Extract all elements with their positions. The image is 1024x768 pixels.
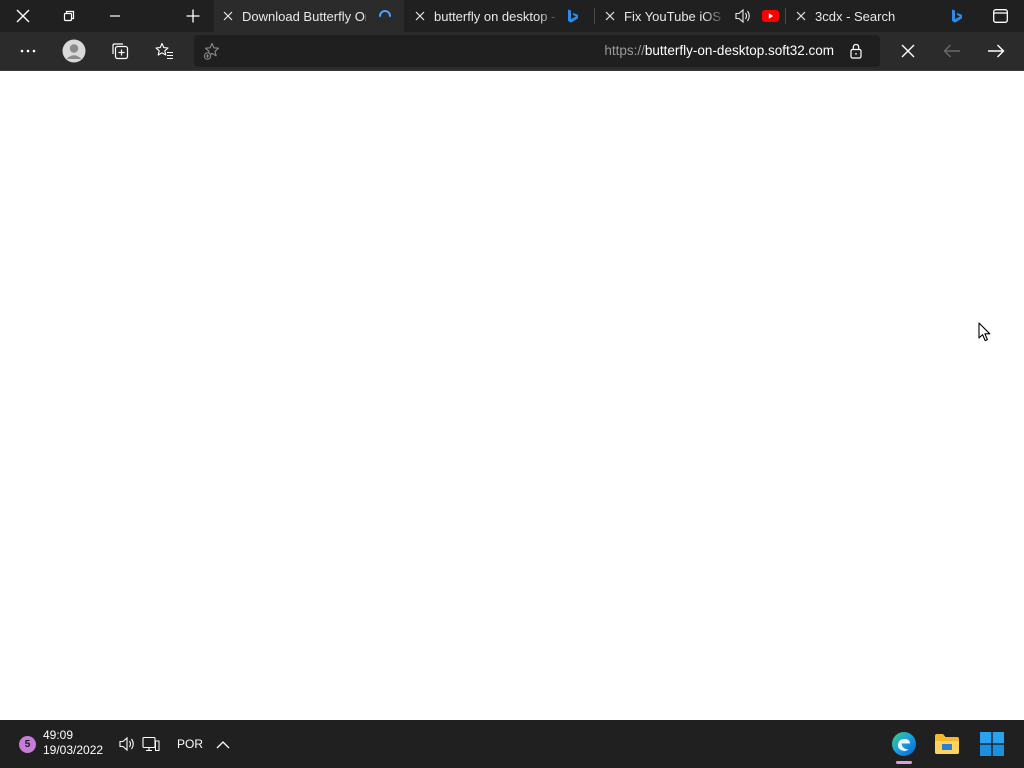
- screen: Download Butterfly On butterfly on deskt…: [0, 0, 1024, 768]
- restore-icon: [63, 10, 75, 22]
- plus-icon: [186, 9, 200, 23]
- clock-time: 49:09: [43, 728, 74, 742]
- close-icon: [16, 9, 30, 23]
- windows-start-icon: [980, 732, 1004, 756]
- tab-strip: Download Butterfly On butterfly on deskt…: [0, 0, 1024, 32]
- tab-close-button[interactable]: [406, 0, 434, 32]
- url-scheme: https://: [604, 43, 645, 58]
- network-button[interactable]: [139, 720, 163, 768]
- tab-title: Download Butterfly On: [242, 8, 366, 24]
- tab-separator: [785, 8, 786, 24]
- restore-window-button[interactable]: [46, 0, 92, 32]
- back-arrow-icon: [943, 44, 960, 58]
- minimize-window-button[interactable]: [92, 0, 138, 32]
- file-explorer-icon: [935, 734, 959, 754]
- bing-icon: [941, 9, 973, 24]
- url-text[interactable]: https://butterfly-on-desktop.soft32.com: [604, 35, 834, 67]
- tab-separator: [594, 8, 595, 24]
- chevron-up-icon: [216, 740, 230, 748]
- start-button[interactable]: [972, 720, 1012, 768]
- volume-button[interactable]: [115, 720, 139, 768]
- loading-spinner-icon: [366, 9, 404, 23]
- show-hidden-icons-button[interactable]: [212, 720, 234, 768]
- speaker-icon: [119, 736, 134, 752]
- close-icon: [796, 11, 806, 21]
- add-favorite-icon[interactable]: [200, 35, 224, 67]
- forward-button[interactable]: [976, 32, 1016, 70]
- minimize-icon: [110, 15, 120, 17]
- collections-icon: [112, 43, 129, 60]
- tab-close-button[interactable]: [787, 0, 815, 32]
- forward-arrow-icon: [988, 44, 1005, 58]
- url-host: butterfly-on-desktop.soft32.com: [644, 43, 834, 58]
- stop-loading-button[interactable]: [888, 32, 928, 70]
- profile-button[interactable]: [54, 32, 94, 70]
- mouse-cursor-icon: [978, 322, 991, 342]
- taskbar-app-file-explorer[interactable]: [928, 720, 966, 768]
- tab-actions-icon: [992, 9, 1008, 23]
- browser-toolbar: https://butterfly-on-desktop.soft32.com: [0, 32, 1024, 71]
- stop-loading-icon: [901, 44, 915, 58]
- network-icon: [142, 736, 160, 752]
- profile-avatar-icon: [62, 39, 86, 63]
- tab-title: butterfly on desktop - S: [434, 8, 560, 24]
- taskbar: 49:09 19/03/2022 POR: [0, 720, 1024, 768]
- more-icon: [20, 49, 36, 53]
- favorites-icon: [154, 42, 173, 60]
- address-bar[interactable]: https://butterfly-on-desktop.soft32.com: [194, 35, 880, 67]
- tab-fix-youtube[interactable]: Fix YouTube iOS 1(: [596, 0, 782, 32]
- favorites-button[interactable]: [144, 32, 184, 70]
- page-content[interactable]: [0, 71, 1024, 720]
- active-app-indicator: [896, 761, 912, 764]
- tab-download-butterfly[interactable]: Download Butterfly On: [214, 0, 404, 32]
- more-menu-button[interactable]: [8, 32, 48, 70]
- close-icon: [223, 11, 233, 21]
- youtube-icon: [760, 10, 780, 22]
- lock-icon[interactable]: [846, 35, 866, 67]
- new-tab-button[interactable]: [170, 0, 216, 32]
- collections-button[interactable]: [100, 32, 140, 70]
- clock[interactable]: 49:09 19/03/2022: [43, 728, 103, 758]
- tab-actions-button[interactable]: [980, 0, 1020, 32]
- close-icon: [605, 11, 615, 21]
- language-indicator[interactable]: POR: [177, 720, 203, 768]
- speaker-icon[interactable]: [726, 8, 760, 24]
- tab-close-button[interactable]: [214, 0, 242, 32]
- close-icon: [415, 11, 425, 21]
- close-window-button[interactable]: [0, 0, 46, 32]
- tab-butterfly-search[interactable]: butterfly on desktop - S: [406, 0, 590, 32]
- clock-date: 19/03/2022: [43, 743, 104, 757]
- edge-icon: [892, 732, 916, 756]
- tab-3cdx-search[interactable]: 3cdx - Search: [787, 0, 973, 32]
- bing-icon: [560, 9, 586, 24]
- tab-close-button[interactable]: [596, 0, 624, 32]
- back-button[interactable]: [932, 32, 972, 70]
- taskbar-app-edge[interactable]: [884, 720, 924, 768]
- notification-badge[interactable]: 5: [19, 736, 36, 753]
- tab-title: 3cdx - Search: [815, 8, 896, 24]
- tab-title: Fix YouTube iOS 1(: [624, 8, 726, 24]
